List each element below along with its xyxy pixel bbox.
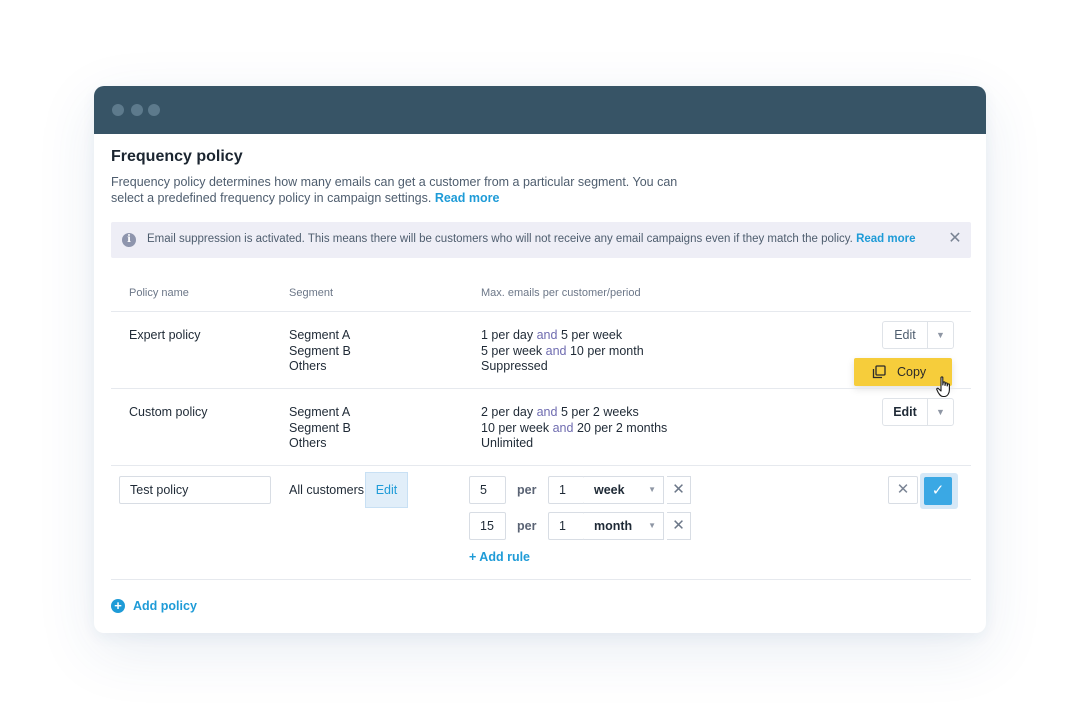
cancel-button[interactable]: ✕: [888, 476, 918, 504]
chevron-down-icon: ▼: [648, 521, 656, 530]
rule-part: 20 per 2 months: [576, 420, 668, 435]
rule-part: 10 per month: [569, 343, 644, 358]
rule-and: and: [536, 328, 558, 342]
add-policy-label: Add policy: [133, 599, 197, 613]
banner-read-more-link[interactable]: Read more: [856, 233, 915, 245]
description-text: Frequency policy determines how many ema…: [111, 175, 678, 205]
rule-line: 5 per week and 10 per month: [481, 344, 644, 360]
page-description: Frequency policy determines how many ema…: [111, 174, 691, 206]
segment-item: Segment A: [289, 405, 351, 419]
column-header-max-emails: Max. emails per customer/period: [481, 287, 641, 299]
divider: [111, 465, 971, 466]
rule-line: 2 per day and 5 per 2 weeks: [481, 405, 667, 421]
edit-button[interactable]: Edit: [883, 322, 927, 348]
period-select[interactable]: week ▼: [584, 476, 664, 504]
rule-part: Unlimited: [481, 436, 534, 450]
rule-part: 5 per 2 weeks: [560, 405, 639, 419]
rule-part: 2 per day: [481, 405, 534, 419]
divider: [111, 579, 971, 580]
rule-and: and: [536, 405, 558, 419]
chevron-down-icon[interactable]: ▼: [927, 322, 953, 348]
segment-list: Segment A Segment B Others: [289, 328, 351, 375]
close-icon[interactable]: ✕: [947, 231, 963, 247]
segment-value: All customers: [289, 483, 365, 497]
per-label: per: [517, 483, 537, 497]
info-icon: i: [122, 233, 136, 247]
window-dot-icon: [148, 104, 160, 116]
rule-list: 2 per day and 5 per 2 weeks 10 per week …: [481, 405, 667, 452]
period-count-input[interactable]: 1: [548, 476, 585, 504]
add-policy-button[interactable]: + Add policy: [111, 599, 197, 613]
policy-name: Custom policy: [129, 405, 208, 419]
segment-item: Segment B: [289, 343, 351, 358]
rule-line: Unlimited: [481, 436, 667, 452]
period-select-value: week: [594, 483, 625, 497]
segment-item: Segment A: [289, 328, 351, 342]
segment-item: Others: [289, 359, 327, 373]
banner-message: Email suppression is activated. This mea…: [147, 233, 853, 245]
edit-button-group: Edit ▼: [882, 321, 954, 349]
rule-line: 10 per week and 20 per 2 months: [481, 421, 667, 437]
rule-line: Suppressed: [481, 359, 644, 375]
window-titlebar: [94, 86, 986, 134]
rule-part: 5 per week: [481, 343, 543, 358]
policy-name: Expert policy: [129, 328, 201, 342]
segment-edit-button[interactable]: Edit: [365, 472, 408, 508]
email-count-input[interactable]: 15: [469, 512, 506, 540]
period-count-input[interactable]: 1: [548, 512, 585, 540]
edit-button-group: Edit ▼: [882, 398, 954, 426]
rule-list: 1 per day and 5 per week 5 per week and …: [481, 328, 644, 375]
copy-label: Copy: [897, 365, 927, 379]
remove-rule-button[interactable]: ✕: [667, 476, 691, 504]
period-select-value: month: [594, 519, 633, 533]
rule-and: and: [552, 420, 574, 435]
period-select[interactable]: month ▼: [584, 512, 664, 540]
rule-part: 1 per day: [481, 328, 534, 342]
segment-item: Others: [289, 436, 327, 450]
per-label: per: [517, 519, 537, 533]
suppression-banner: i Email suppression is activated. This m…: [111, 222, 971, 258]
hand-cursor-icon: [936, 376, 950, 398]
confirm-button-focus-ring: ✓: [920, 473, 958, 509]
plus-circle-icon: +: [111, 599, 125, 613]
edit-button[interactable]: Edit: [883, 399, 927, 425]
window-dot-icon: [131, 104, 143, 116]
copy-icon: [872, 365, 886, 379]
column-header-segment: Segment: [289, 287, 334, 299]
read-more-link[interactable]: Read more: [435, 191, 500, 205]
chevron-down-icon[interactable]: ▼: [927, 399, 953, 425]
rule-line: 1 per day and 5 per week: [481, 328, 644, 344]
window-dot-icon: [112, 104, 124, 116]
email-count-input[interactable]: 5: [469, 476, 506, 504]
segment-list: Segment A Segment B Others: [289, 405, 351, 452]
page-title: Frequency policy: [111, 148, 243, 165]
rule-part: Suppressed: [481, 359, 548, 373]
rule-part: 10 per week: [481, 420, 550, 435]
confirm-button[interactable]: ✓: [924, 477, 952, 505]
remove-rule-button[interactable]: ✕: [667, 512, 691, 540]
rule-part: 5 per week: [560, 328, 623, 342]
chevron-down-icon: ▼: [648, 485, 656, 494]
banner-text: Email suppression is activated. This mea…: [147, 233, 916, 245]
segment-item: Segment B: [289, 420, 351, 435]
policy-name-input[interactable]: Test policy: [119, 476, 271, 504]
rule-and: and: [545, 343, 567, 358]
divider: [111, 311, 971, 312]
column-header-policy-name: Policy name: [129, 287, 189, 299]
add-rule-link[interactable]: + Add rule: [469, 550, 530, 564]
divider: [111, 388, 971, 389]
app-window: Frequency policy Frequency policy determ…: [94, 86, 986, 633]
